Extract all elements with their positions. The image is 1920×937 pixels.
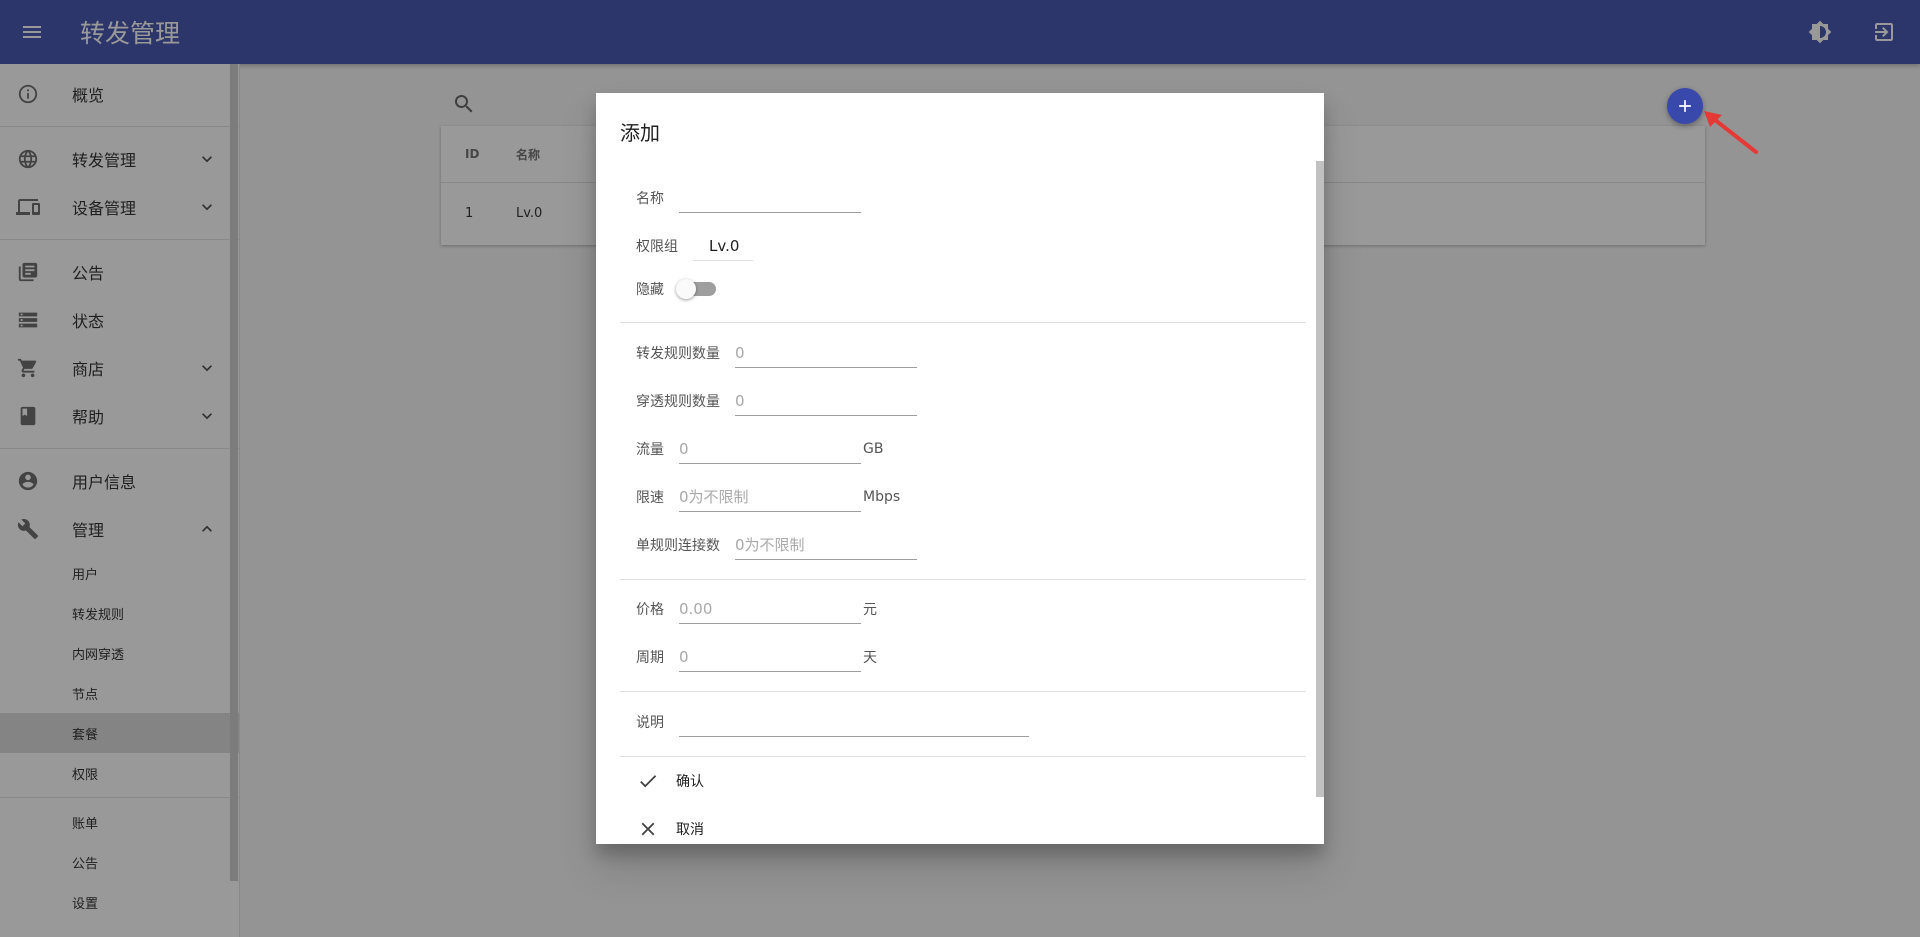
check-icon — [636, 769, 660, 793]
forward-rules-label: 转发规则数量 — [636, 346, 720, 362]
conn-row: 单规则连接数 0为不限制 — [636, 530, 917, 560]
traffic-placeholder: 0 — [679, 439, 689, 458]
hidden-label: 隐藏 — [636, 282, 664, 298]
speed-label: 限速 — [636, 490, 664, 506]
speed-placeholder: 0为不限制 — [679, 488, 749, 506]
dialog-scrollbar[interactable] — [1316, 161, 1324, 797]
traffic-row: 流量 0 GB — [636, 434, 883, 464]
speed-row: 限速 0为不限制 Mbps — [636, 482, 900, 512]
period-label: 周期 — [636, 650, 664, 666]
confirm-button[interactable]: 确认 — [636, 769, 704, 793]
cancel-label: 取消 — [676, 822, 704, 838]
traffic-label: 流量 — [636, 442, 664, 458]
forward-rules-placeholder: 0 — [735, 343, 745, 362]
traffic-unit: GB — [863, 441, 884, 457]
group-row: 权限组 Lv.0 — [636, 231, 753, 261]
section-divider — [620, 579, 1306, 580]
speed-unit: Mbps — [863, 489, 901, 505]
toggle-thumb — [676, 279, 696, 299]
annotation-arrow-icon — [1704, 111, 1758, 154]
conn-placeholder: 0为不限制 — [735, 536, 805, 554]
tunnel-rules-row: 穿透规则数量 0 — [636, 386, 917, 416]
forward-rules-field[interactable]: 0 — [735, 338, 917, 368]
speed-field[interactable]: 0为不限制 — [679, 482, 861, 512]
tunnel-rules-label: 穿透规则数量 — [636, 394, 720, 410]
conn-field[interactable]: 0为不限制 — [735, 530, 917, 560]
tunnel-rules-field[interactable]: 0 — [735, 386, 917, 416]
period-placeholder: 0 — [679, 647, 689, 666]
conn-label: 单规则连接数 — [636, 538, 720, 554]
confirm-label: 确认 — [676, 774, 704, 790]
name-row: 名称 — [636, 183, 861, 213]
add-dialog: 添加 名称 权限组 Lv.0 隐藏 转发规则数量 0 穿透规则数量 0 流量 0… — [596, 93, 1324, 844]
group-label: 权限组 — [636, 239, 678, 255]
price-row: 价格 0.00 元 — [636, 594, 877, 624]
price-field[interactable]: 0.00 — [679, 594, 861, 624]
price-unit: 元 — [863, 602, 877, 618]
period-field[interactable]: 0 — [679, 642, 861, 672]
price-placeholder: 0.00 — [679, 599, 713, 618]
price-label: 价格 — [636, 602, 664, 618]
group-select[interactable]: Lv.0 — [693, 231, 753, 261]
close-icon — [636, 817, 660, 841]
cancel-button[interactable]: 取消 — [636, 817, 704, 841]
section-divider — [620, 322, 1306, 323]
name-field[interactable] — [679, 183, 861, 213]
traffic-field[interactable]: 0 — [679, 434, 861, 464]
plus-icon — [1679, 100, 1691, 112]
desc-label: 说明 — [636, 715, 664, 731]
name-label: 名称 — [636, 191, 664, 207]
desc-field[interactable] — [679, 707, 1029, 737]
section-divider — [620, 756, 1306, 757]
period-unit: 天 — [863, 650, 877, 666]
period-row: 周期 0 天 — [636, 642, 877, 672]
section-divider — [620, 691, 1306, 692]
tunnel-rules-placeholder: 0 — [735, 391, 745, 410]
hidden-toggle[interactable] — [676, 279, 718, 299]
hidden-row: 隐藏 — [636, 279, 718, 299]
desc-row: 说明 — [636, 707, 1029, 737]
forward-rules-row: 转发规则数量 0 — [636, 338, 917, 368]
add-button[interactable] — [1667, 88, 1703, 124]
dialog-title: 添加 — [620, 121, 660, 145]
